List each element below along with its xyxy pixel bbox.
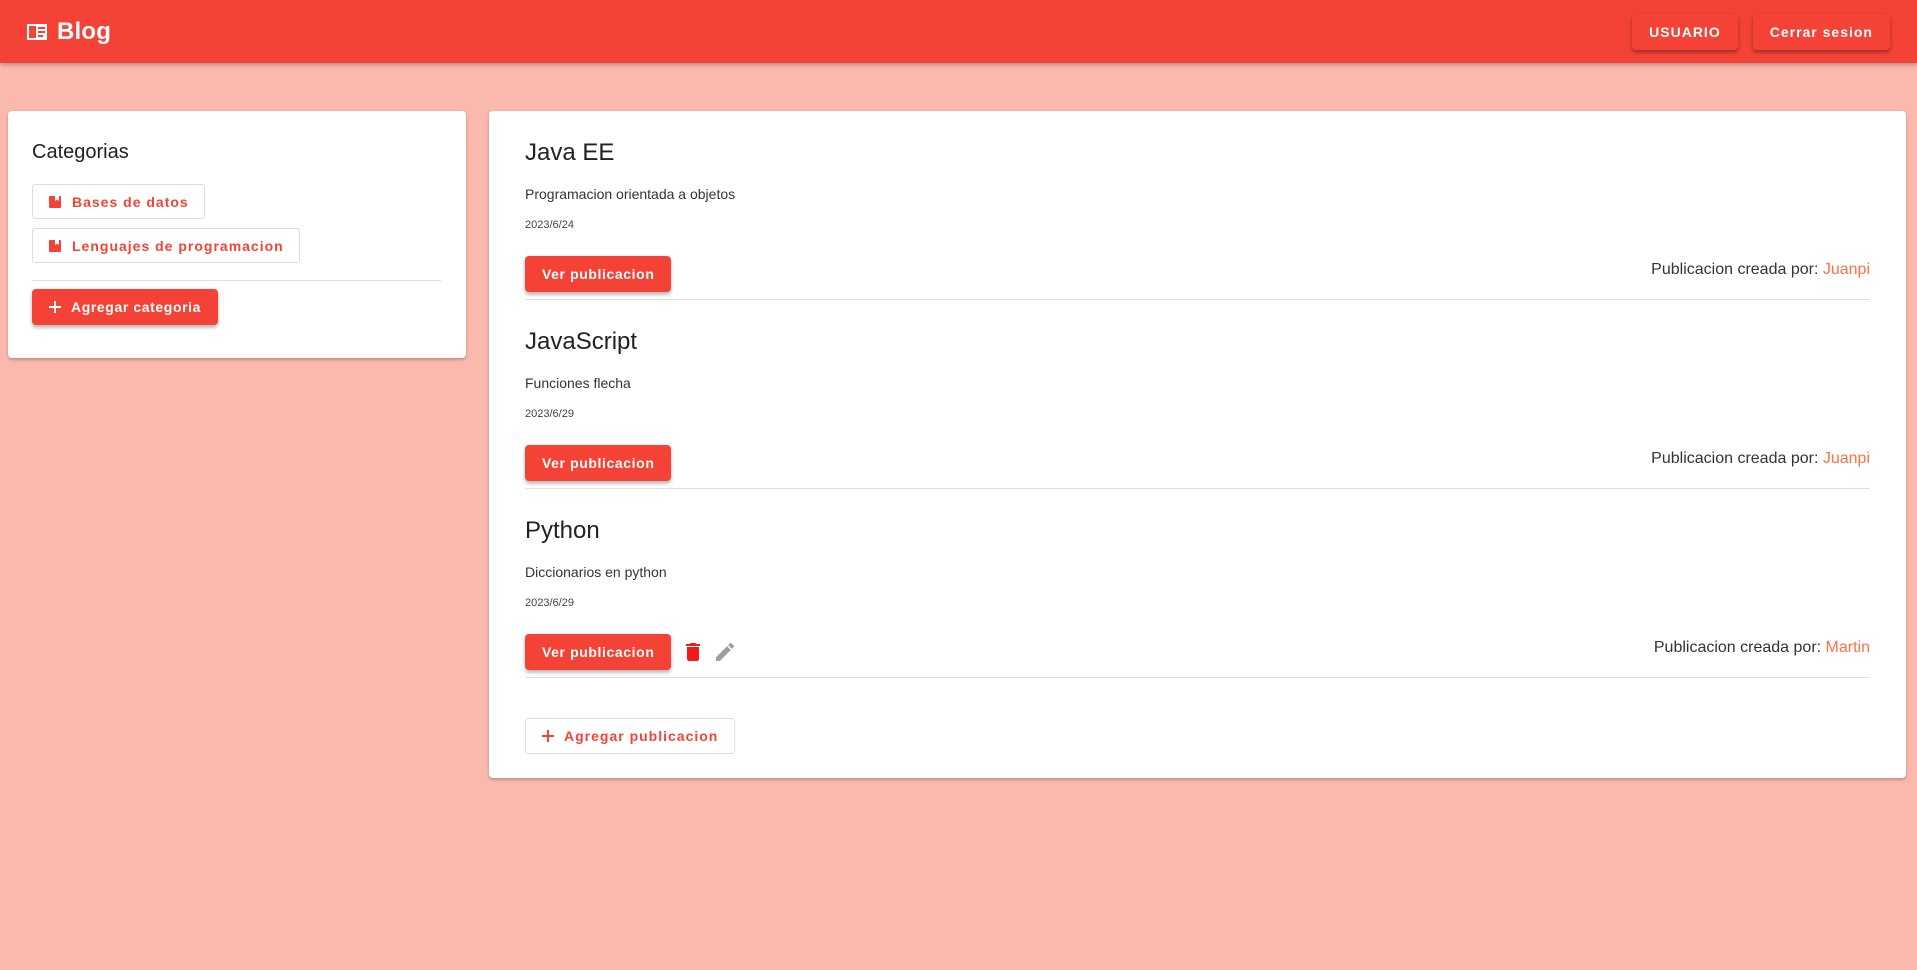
post-author: Publicacion creada por: Juanpi (1651, 450, 1870, 468)
post-description: Diccionarios en python (525, 564, 667, 580)
plus-icon (49, 301, 61, 313)
post-item: JavaScript Funciones flecha 2023/6/29 Ve… (525, 300, 1870, 489)
author-prefix: Publicacion creada por: (1653, 639, 1822, 656)
categories-title: Categorias (32, 141, 129, 163)
post-description: Funciones flecha (525, 375, 631, 391)
category-label: Bases de datos (72, 193, 189, 210)
category-chip-bases-de-datos[interactable]: Bases de datos (32, 184, 205, 219)
author-prefix: Publicacion creada por: (1651, 450, 1819, 467)
user-button[interactable]: Usuario (1632, 13, 1738, 50)
view-post-button[interactable]: Ver publicacion (525, 256, 672, 292)
add-post-label: Agregar publicacion (564, 728, 719, 744)
post-date: 2023/6/29 (525, 597, 574, 609)
view-post-button[interactable]: Ver publicacion (525, 445, 672, 481)
post-item: Java EE Programacion orientada a objetos… (525, 111, 1870, 300)
post-item: Python Diccionarios en python 2023/6/29 … (525, 489, 1870, 678)
add-category-button[interactable]: Agregar categoria (32, 289, 219, 325)
app-bar: Blog Usuario Cerrar sesion (0, 0, 1917, 63)
app-title: Blog (57, 17, 112, 45)
post-title: JavaScript (525, 328, 638, 355)
post-date: 2023/6/29 (525, 408, 574, 420)
category-chip-lenguajes[interactable]: Lenguajes de programacion (32, 228, 300, 263)
blog-icon (27, 23, 47, 40)
add-post-button[interactable]: Agregar publicacion (525, 718, 736, 754)
post-description: Programacion orientada a objetos (525, 186, 736, 202)
post-title: Java EE (525, 139, 615, 166)
book-icon (49, 195, 61, 208)
add-category-label: Agregar categoria (71, 299, 202, 315)
divider (32, 280, 441, 281)
plus-icon (542, 730, 554, 742)
post-author: Publicacion creada por: Juanpi (1651, 261, 1870, 279)
posts-card: Java EE Programacion orientada a objetos… (489, 111, 1906, 778)
post-actions: Ver publicacion (525, 445, 672, 481)
brand[interactable]: Blog (25, 18, 111, 46)
add-post-row: Agregar publicacion (525, 718, 736, 754)
category-list: Bases de datos Lenguajes de programacion (32, 184, 442, 272)
author-name[interactable]: Juanpi (1823, 450, 1870, 467)
category-label: Lenguajes de programacion (72, 237, 284, 254)
post-date: 2023/6/24 (525, 219, 574, 231)
author-name[interactable]: Juanpi (1823, 261, 1870, 278)
edit-icon[interactable] (713, 640, 737, 664)
post-title: Python (525, 517, 600, 544)
appbar-actions: Usuario Cerrar sesion (1632, 13, 1890, 50)
categories-card: Categorias Bases de datos Lenguajes de p… (8, 111, 466, 358)
delete-icon[interactable] (681, 640, 705, 664)
logout-button[interactable]: Cerrar sesion (1752, 13, 1890, 50)
post-author: Publicacion creada por: Martin (1654, 639, 1870, 657)
author-name[interactable]: Martin (1826, 639, 1870, 656)
divider (525, 677, 1870, 678)
post-actions: Ver publicacion (525, 256, 672, 292)
book-icon (49, 239, 61, 252)
author-prefix: Publicacion creada por: (1651, 261, 1819, 278)
post-actions: Ver publicacion (525, 634, 737, 670)
view-post-button[interactable]: Ver publicacion (525, 634, 672, 670)
